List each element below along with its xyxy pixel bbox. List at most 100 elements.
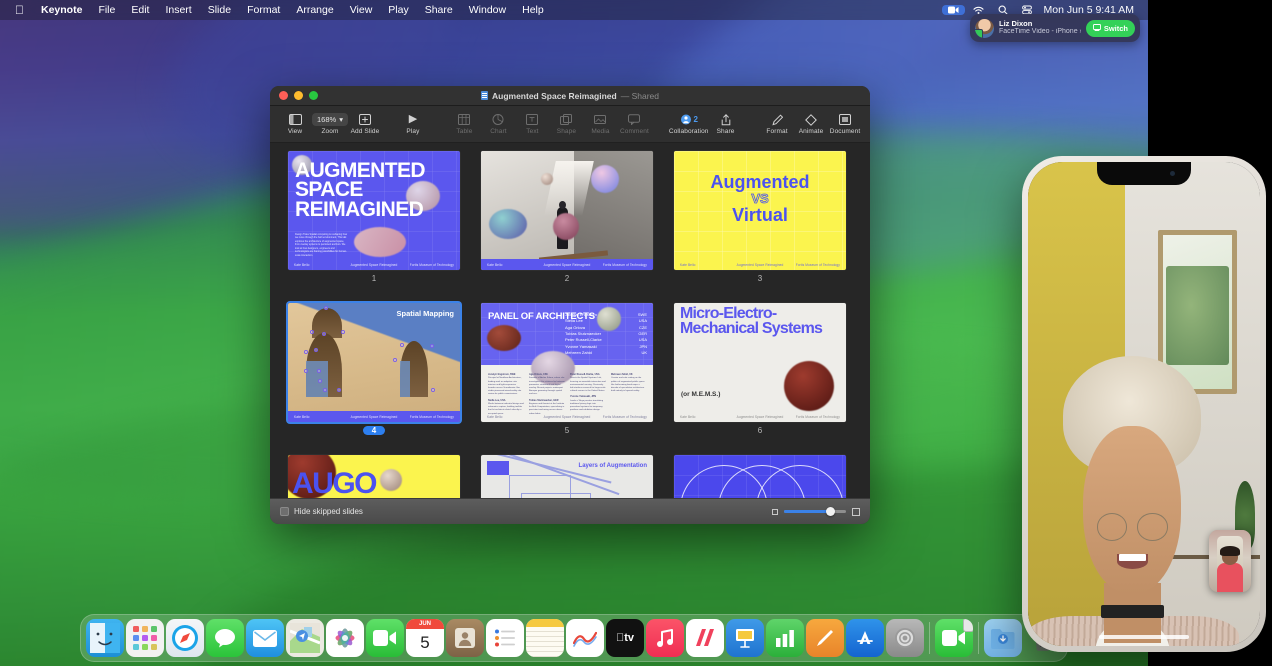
selection-handle[interactable] [310,330,314,334]
selection-handle[interactable] [318,379,322,383]
toolbar-shape-button[interactable]: Shape [549,113,583,135]
toolbar-share-button[interactable]: Share [709,113,743,135]
selection-handle[interactable] [322,332,326,336]
slide-thumbnail-8[interactable]: Layers of Augmentation [481,455,653,498]
dock-item-reminders[interactable] [486,619,524,657]
menu-item-arrange[interactable]: Arrange [288,3,341,17]
menu-item-slide[interactable]: Slide [200,3,239,17]
keynote-toolbar[interactable]: View 168% ▾ Zoom Add Slide ▶ Play [270,106,870,143]
selection-handle[interactable] [317,369,321,373]
dock-item-safari[interactable] [166,619,204,657]
keynote-bottom-bar[interactable]: Hide skipped slides [270,498,870,524]
dock-item-numbers[interactable] [766,619,804,657]
slide-thumbnail-1[interactable]: AUGMENTED SPACE REIMAGINED Design Tides … [288,151,460,270]
thumbnail-size-slider[interactable] [772,508,860,516]
slide-cell-7[interactable]: AUGO 7 [288,455,460,498]
dock-item-keynote[interactable] [726,619,764,657]
slide-cell-1[interactable]: AUGMENTED SPACE REIMAGINED Design Tides … [288,151,460,283]
dock-item-contacts[interactable] [446,619,484,657]
selection-handle[interactable] [430,344,434,348]
slide-thumbnail-9[interactable]: PHYSICAL AUGMENTED VIRTUAL [674,455,846,498]
slider-track[interactable] [784,510,846,513]
selection-handle[interactable] [393,358,397,362]
selection-handle[interactable] [341,330,345,334]
dock-item-mail[interactable] [246,619,284,657]
slide-cell-4[interactable]: Spatial Mapping [288,303,460,435]
toolbar-play-button[interactable]: ▶ Play [396,113,430,135]
dock-item-pages[interactable] [806,619,844,657]
selection-handle[interactable] [304,350,308,354]
dock-item-app-store[interactable] [846,619,884,657]
slide-thumbnail-2[interactable]: Kate Bello Augmented Space Reimagined Fo… [481,151,653,270]
dock-item-news[interactable] [686,619,724,657]
menu-item-file[interactable]: File [90,3,123,17]
iphone-continuity-camera[interactable] [1022,156,1266,652]
small-thumbnail-icon[interactable] [772,509,778,515]
toolbar-add-slide-button[interactable]: Add Slide [348,113,382,135]
toolbar-chart-button[interactable]: Chart [481,113,515,135]
menu-item-insert[interactable]: Insert [157,3,199,17]
slide-cell-2[interactable]: Kate Bello Augmented Space Reimagined Fo… [481,151,653,283]
selection-handle[interactable] [304,369,308,373]
dock-item-stocks[interactable] [566,619,604,657]
selection-handle[interactable] [323,388,327,392]
selection-handle[interactable] [431,388,435,392]
toolbar-document-button[interactable]: Document [828,113,862,135]
toolbar-zoom-control[interactable]: 168% ▾ Zoom [312,113,348,135]
iphone-screen[interactable] [1028,162,1260,646]
selection-handle[interactable] [337,388,341,392]
toolbar-media-button[interactable]: Media [583,113,617,135]
slide-thumbnail-3[interactable]: Augmented VS Virtual Kate Bello Augmente… [674,151,846,270]
dock-item-calendar[interactable]: JUN 5 [406,619,444,657]
zoom-select[interactable]: 168% ▾ [312,113,348,126]
dock-item-downloads-folder[interactable] [984,619,1022,657]
dock-item-apple-tv[interactable]: tv [606,619,644,657]
menu-item-keynote[interactable]: Keynote [33,3,90,17]
menu-item-play[interactable]: Play [380,3,416,17]
switch-button[interactable]: Switch [1086,20,1135,37]
menu-item-help[interactable]: Help [514,3,552,17]
slide-thumbnail-7[interactable]: AUGO [288,455,460,498]
slide-thumbnail-6[interactable]: Micro-Electro-Mechanical Systems (or M.E… [674,303,846,422]
slide-thumbnail-4[interactable]: Spatial Mapping [288,303,460,422]
menu-item-format[interactable]: Format [239,3,288,17]
selection-handle[interactable] [314,348,318,352]
dock-item-finder[interactable] [86,619,124,657]
toolbar-animate-button[interactable]: Animate [794,113,828,135]
dock-item-messages[interactable] [206,619,244,657]
dock[interactable]: JUN 5 tv [80,614,1068,662]
home-indicator[interactable] [1099,635,1189,639]
slide-navigator[interactable]: AUGMENTED SPACE REIMAGINED Design Tides … [270,143,870,498]
hide-skipped-slides-checkbox[interactable] [280,507,289,516]
toolbar-view-button[interactable]: View [278,113,312,135]
large-thumbnail-icon[interactable] [852,508,860,516]
selection-handle[interactable] [400,343,404,347]
slide-cell-9[interactable]: PHYSICAL AUGMENTED VIRTUAL 9 [674,455,846,498]
toolbar-collaboration-button[interactable]: 2 Collaboration [669,113,709,135]
toolbar-format-button[interactable]: Format [760,113,794,135]
dock-item-maps[interactable] [286,619,324,657]
dock-item-music[interactable] [646,619,684,657]
dock-item-facetime-call[interactable] [935,619,973,657]
slide-cell-6[interactable]: Micro-Electro-Mechanical Systems (or M.E… [674,303,846,435]
slide-cell-8[interactable]: Layers of Augmentation 8 [481,455,653,498]
slide-cell-5[interactable]: PANEL OF ARCHITECTS Jocelyn EngstromSWE … [481,303,653,435]
slider-knob[interactable] [826,507,835,516]
toolbar-comment-button[interactable]: Comment [617,113,651,135]
dock-item-notes[interactable] [526,619,564,657]
selection-handle[interactable] [324,306,328,310]
facetime-notification[interactable]: Liz Dixon FaceTime Video - iPhone › Swit… [970,14,1140,42]
menu-item-window[interactable]: Window [461,3,514,17]
dock-item-launchpad[interactable] [126,619,164,657]
dock-item-system-settings[interactable] [886,619,924,657]
toolbar-text-button[interactable]: Text [515,113,549,135]
toolbar-table-button[interactable]: Table [447,113,481,135]
menu-item-view[interactable]: View [342,3,381,17]
slide-thumbnail-5[interactable]: PANEL OF ARCHITECTS Jocelyn EngstromSWE … [481,303,653,422]
window-titlebar[interactable]: Augmented Space Reimagined — Shared [270,86,870,106]
menu-item-edit[interactable]: Edit [123,3,157,17]
self-view-pip[interactable] [1209,530,1251,592]
apple-menu-icon[interactable]:  [6,4,33,16]
slide-cell-3[interactable]: Augmented VS Virtual Kate Bello Augmente… [674,151,846,283]
dock-item-photos[interactable] [326,619,364,657]
